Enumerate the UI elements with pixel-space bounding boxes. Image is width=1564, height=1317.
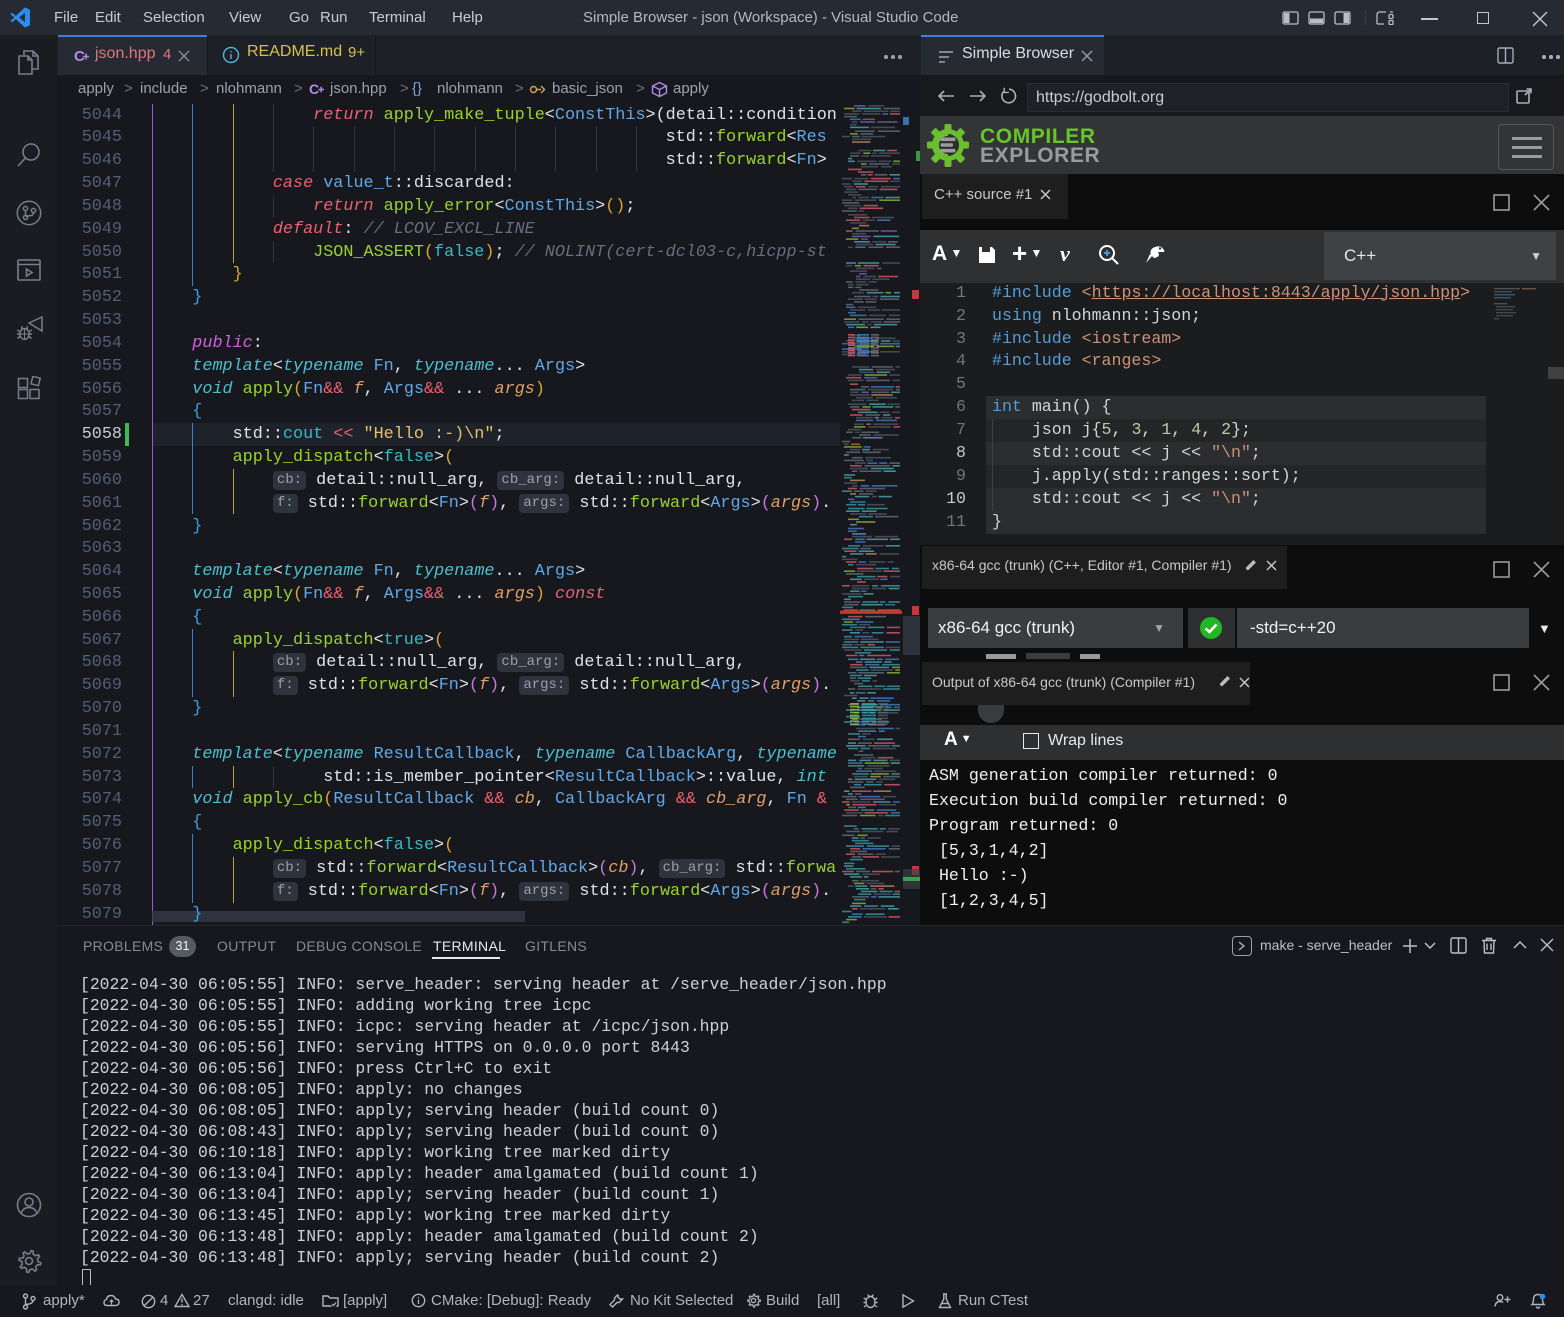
svg-text:C: C [309, 81, 319, 97]
